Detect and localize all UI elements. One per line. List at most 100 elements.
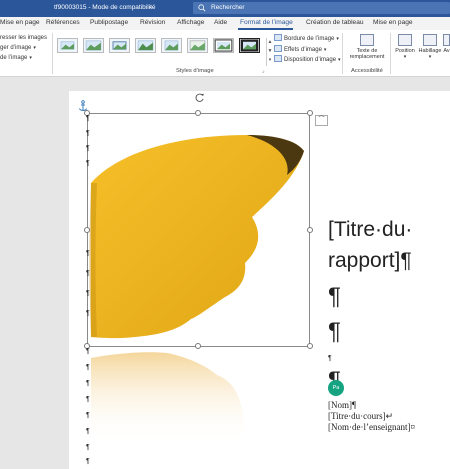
teacher-name-field[interactable]: [Nom·de·l’enseignant]¤ bbox=[328, 422, 415, 432]
tab-mise-en-page[interactable]: Mise en page bbox=[0, 19, 40, 26]
ribbon: resser les images ger d’image ▾ de l’imag… bbox=[0, 30, 450, 77]
course-title-field[interactable]: [Titre·du·cours]↵ bbox=[328, 411, 393, 422]
group-separator bbox=[390, 33, 391, 74]
landscape-icon bbox=[137, 40, 154, 51]
picture-style-thumbnail[interactable] bbox=[161, 38, 182, 53]
tab-publipostage[interactable]: Publipostage bbox=[90, 19, 128, 26]
dropdown-caret-icon: ▾ bbox=[29, 55, 32, 61]
anchor-icon bbox=[79, 100, 87, 111]
landscape-icon bbox=[85, 40, 102, 51]
tab-aide[interactable]: Aide bbox=[214, 19, 227, 26]
change-image-button[interactable]: ger d’image ▾ bbox=[0, 45, 36, 51]
rotate-handle-icon[interactable] bbox=[194, 92, 205, 103]
picture-style-thumbnail[interactable] bbox=[83, 38, 104, 53]
title-bar: tf90003015 - Mode de compatibilité ⌄ Rec… bbox=[0, 0, 450, 17]
resize-handle[interactable] bbox=[195, 343, 201, 349]
bring-forward-button[interactable]: Av bbox=[443, 34, 450, 54]
comment-avatar[interactable]: Pa bbox=[328, 380, 344, 396]
accessibility-group-label: Accessibilité bbox=[351, 68, 383, 74]
resize-handle[interactable] bbox=[307, 110, 313, 116]
alt-text-button[interactable]: Texte de remplacement bbox=[347, 34, 387, 60]
reset-image-label: de l’image bbox=[0, 55, 28, 61]
gallery-more-icon[interactable]: ▾ bbox=[267, 56, 273, 65]
report-title-line1[interactable]: [Titre·du· bbox=[328, 218, 412, 242]
position-icon bbox=[398, 34, 412, 46]
paragraph-mark: ¶ bbox=[86, 364, 90, 371]
paragraph-mark: ¶ bbox=[86, 380, 90, 387]
tab-format-image[interactable]: Format de l’image bbox=[240, 19, 293, 26]
dropdown-caret-icon: ▾ bbox=[338, 57, 341, 63]
paragraph-mark: ¶ bbox=[86, 145, 90, 152]
bring-forward-label: Av bbox=[443, 48, 450, 54]
picture-styles-group-label: Styles d’image bbox=[176, 68, 214, 74]
picture-style-thumbnail[interactable] bbox=[187, 38, 208, 53]
picture-layout-label: Disposition d’image bbox=[284, 57, 337, 63]
landscape-icon bbox=[240, 39, 259, 52]
resize-handle[interactable] bbox=[195, 110, 201, 116]
picture-style-thumbnail[interactable] bbox=[135, 38, 156, 53]
paragraph-mark: ¶ bbox=[86, 130, 90, 137]
picture-effects-label: Effets d’image bbox=[284, 47, 322, 53]
ribbon-tab-bar: Mise en page Références Publipostage Rév… bbox=[0, 17, 450, 47]
image-selection-frame[interactable] bbox=[87, 113, 310, 347]
reset-image-button[interactable]: de l’image ▾ bbox=[0, 55, 32, 61]
search-box[interactable]: Rechercher bbox=[193, 2, 450, 14]
picture-border-label: Bordure de l’image bbox=[284, 36, 335, 42]
tab-creation-tableau[interactable]: Création de tableau bbox=[306, 19, 364, 26]
picture-style-thumbnail[interactable] bbox=[109, 38, 130, 53]
resize-handle[interactable] bbox=[84, 227, 90, 233]
paragraph-mark: ¶ bbox=[86, 396, 90, 403]
picture-effects-button[interactable]: Effets d’image ▾ bbox=[274, 45, 326, 53]
paragraph-mark: ¶ bbox=[86, 348, 90, 355]
picture-border-button[interactable]: Bordure de l’image ▾ bbox=[274, 34, 339, 42]
paragraph-mark: ¶ bbox=[86, 458, 90, 465]
picture-style-thumbnail[interactable] bbox=[239, 38, 260, 53]
landscape-icon bbox=[214, 39, 233, 52]
report-title-line2[interactable]: rapport]¶ bbox=[328, 249, 412, 273]
paragraph-mark: ¶ bbox=[86, 290, 90, 297]
paragraph-mark: ¶ bbox=[86, 444, 90, 451]
document-title: tf90003015 - Mode de compatibilité bbox=[54, 4, 156, 11]
wrap-text-button[interactable]: Habillage ▾ bbox=[418, 34, 442, 60]
gallery-up-icon[interactable]: ▲ bbox=[267, 38, 273, 47]
picture-style-thumbnail[interactable] bbox=[213, 38, 234, 53]
gallery-scroll-buttons[interactable]: ▲ ▼ ▾ bbox=[266, 38, 273, 66]
search-icon bbox=[198, 4, 206, 12]
group-separator bbox=[342, 33, 343, 74]
paragraph-mark: ¶ bbox=[86, 160, 90, 167]
dropdown-caret-icon: ▾ bbox=[323, 47, 327, 53]
resize-handle[interactable] bbox=[307, 227, 313, 233]
tab-references[interactable]: Références bbox=[46, 19, 80, 26]
paragraph-mark: ¶ bbox=[328, 355, 332, 362]
dropdown-caret-icon: ▾ bbox=[428, 54, 432, 60]
paragraph-mark: ¶ bbox=[328, 283, 341, 310]
name-field[interactable]: [Nom]¶ bbox=[328, 400, 356, 410]
resize-handle[interactable] bbox=[307, 343, 313, 349]
dialog-launcher-icon[interactable]: ⌟ bbox=[262, 68, 265, 74]
search-input[interactable]: Rechercher bbox=[211, 4, 245, 11]
paragraph-mark: ¶ bbox=[86, 115, 90, 122]
paragraph-mark: ¶ bbox=[86, 428, 90, 435]
alt-text-label: Texte de remplacement bbox=[349, 48, 385, 60]
position-button[interactable]: Position ▾ bbox=[394, 34, 416, 60]
picture-style-thumbnail[interactable] bbox=[57, 38, 78, 53]
layout-options-icon[interactable]: ⌒ bbox=[315, 115, 328, 126]
title-chevron-icon[interactable]: ⌄ bbox=[148, 3, 153, 10]
landscape-icon bbox=[112, 41, 127, 50]
compress-images-button[interactable]: resser les images bbox=[0, 35, 47, 41]
paragraph-mark: ¶ bbox=[328, 318, 341, 345]
group-separator bbox=[52, 33, 53, 74]
alt-text-icon bbox=[360, 34, 374, 46]
dropdown-caret-icon: ▾ bbox=[33, 45, 36, 51]
tab-mise-en-page-table[interactable]: Mise en page bbox=[373, 19, 413, 26]
tab-revision[interactable]: Révision bbox=[140, 19, 165, 26]
wrap-text-icon bbox=[423, 34, 437, 46]
paragraph-mark: ¶ bbox=[86, 250, 90, 257]
change-image-label: ger d’image bbox=[0, 45, 32, 51]
bring-forward-icon bbox=[443, 34, 450, 46]
tab-affichage[interactable]: Affichage bbox=[177, 19, 204, 26]
picture-layout-icon bbox=[274, 55, 282, 62]
paragraph-mark: ¶ bbox=[86, 412, 90, 419]
gallery-down-icon[interactable]: ▼ bbox=[267, 47, 273, 56]
picture-layout-button[interactable]: Disposition d’image ▾ bbox=[274, 55, 341, 63]
